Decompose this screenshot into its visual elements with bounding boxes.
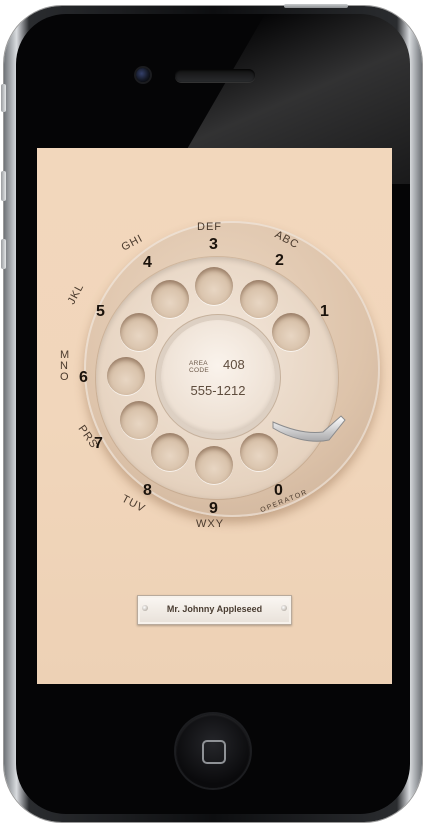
finger-hole-6[interactable] [107, 357, 145, 395]
dial-digit-9: 9 [209, 500, 218, 517]
finger-hole-3[interactable] [195, 267, 233, 305]
app-screen: AREA CODE 408 555-1212 1 2 3 4 5 6 7 8 9… [37, 148, 392, 684]
dial-digit-2: 2 [275, 252, 284, 269]
dial-digit-1: 1 [320, 303, 329, 320]
finger-hole-5[interactable] [120, 313, 158, 351]
mute-switch[interactable] [1, 84, 6, 112]
dial-digit-6: 6 [79, 369, 88, 386]
dial-letters-9: WXY [196, 518, 225, 530]
finger-hole-2[interactable] [240, 280, 278, 318]
dial-digit-3: 3 [209, 236, 218, 253]
sleep-button[interactable] [284, 4, 348, 8]
finger-hole-4[interactable] [151, 280, 189, 318]
home-square-icon [202, 740, 226, 764]
finger-hole-8[interactable] [151, 433, 189, 471]
dial-letters-3: DEF [197, 221, 222, 233]
owner-name: Mr. Johnny Appleseed [166, 604, 263, 614]
area-code-label: AREA CODE [189, 360, 209, 374]
dial-digit-8: 8 [143, 482, 152, 499]
dial-letters-5: JKL [65, 281, 87, 307]
home-button[interactable] [176, 714, 250, 788]
front-camera [136, 68, 150, 82]
finger-hole-7[interactable] [120, 401, 158, 439]
finger-hole-9[interactable] [195, 446, 233, 484]
dial-digit-0: 0 [274, 482, 283, 499]
dial-center-card: AREA CODE 408 555-1212 [161, 320, 275, 434]
right-pin-icon [281, 605, 287, 611]
finger-hole-1[interactable] [272, 313, 310, 351]
dial-letters-6: MNO [60, 349, 71, 383]
phone-number: 555-1212 [190, 383, 246, 398]
earpiece-speaker [175, 69, 255, 82]
finger-stop [272, 415, 346, 442]
dial-digit-5: 5 [96, 303, 105, 320]
area-code: 408 [223, 357, 245, 372]
name-plate: Mr. Johnny Appleseed [137, 595, 292, 625]
volume-up-button[interactable] [1, 171, 6, 201]
dial-digit-4: 4 [143, 254, 152, 271]
volume-down-button[interactable] [1, 239, 6, 269]
